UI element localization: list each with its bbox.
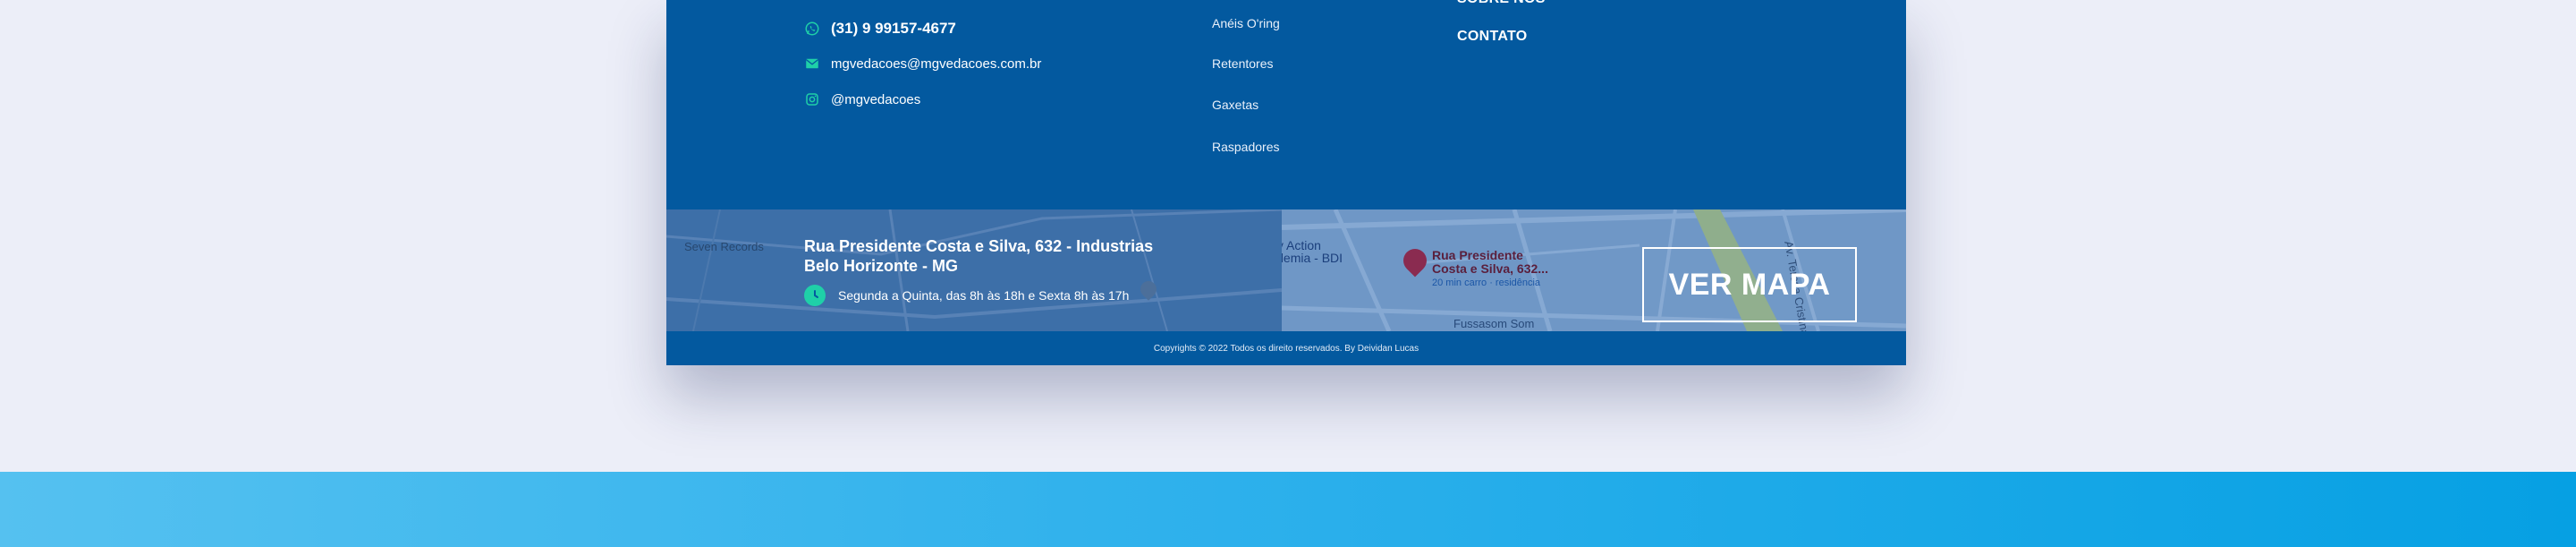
product-link-retentores[interactable]: Retentores	[1212, 56, 1273, 71]
map-poi-seven-records: Seven Records	[684, 240, 764, 253]
instagram-icon	[804, 91, 820, 107]
footer-link-about[interactable]: SOBRE NÓS	[1457, 0, 1546, 7]
product-link-orings[interactable]: Anéis O'ring	[1212, 16, 1280, 30]
whatsapp-icon	[804, 21, 820, 37]
map-place-line1: Rua Presidente	[1432, 248, 1523, 262]
view-map-button[interactable]: VER MAPA	[1642, 247, 1857, 322]
contact-instagram-text: @mgvedacoes	[831, 91, 921, 107]
clock-icon	[804, 285, 826, 306]
address-line2: Belo Horizonte - MG	[804, 257, 958, 275]
address-line1: Rua Presidente Costa e Silva, 632 - Indu…	[804, 237, 1154, 255]
site-footer: (31) 9 99157-4677 mgvedacoes@mgvedacoes.…	[666, 0, 1906, 365]
product-link-raspadores[interactable]: Raspadores	[1212, 140, 1280, 154]
map-road-fussasom: Fussasom Som	[1453, 317, 1535, 330]
location-map-band: Seven Records Body Action Academia - BDI…	[666, 209, 1906, 331]
contact-phone[interactable]: (31) 9 99157-4677	[804, 20, 956, 38]
bottom-gradient-band	[0, 472, 2576, 547]
copyright-bar: Copyrights © 2022 Todos os direito reser…	[666, 331, 1906, 365]
contact-email[interactable]: mgvedacoes@mgvedacoes.com.br	[804, 56, 1041, 72]
footer-link-contact[interactable]: CONTATO	[1457, 29, 1528, 45]
copyright-text: Copyrights © 2022 Todos os direito reser…	[1153, 343, 1419, 354]
contact-phone-text: (31) 9 99157-4677	[831, 20, 956, 37]
product-link-gaxetas[interactable]: Gaxetas	[1212, 98, 1258, 112]
company-address: Rua Presidente Costa e Silva, 632 - Indu…	[804, 236, 1153, 276]
contact-instagram[interactable]: @mgvedacoes	[804, 91, 920, 107]
mail-icon	[804, 56, 820, 72]
business-hours-text: Segunda a Quinta, das 8h às 18h e Sexta …	[838, 288, 1130, 303]
business-hours: Segunda a Quinta, das 8h às 18h e Sexta …	[804, 285, 1129, 306]
map-place-line2: Costa e Silva, 632...	[1432, 261, 1548, 276]
map-place-sub: 20 min carro · residência	[1432, 278, 1541, 288]
contact-email-text: mgvedacoes@mgvedacoes.com.br	[831, 56, 1042, 72]
map-poi-academia: Academia - BDI	[1282, 251, 1343, 265]
